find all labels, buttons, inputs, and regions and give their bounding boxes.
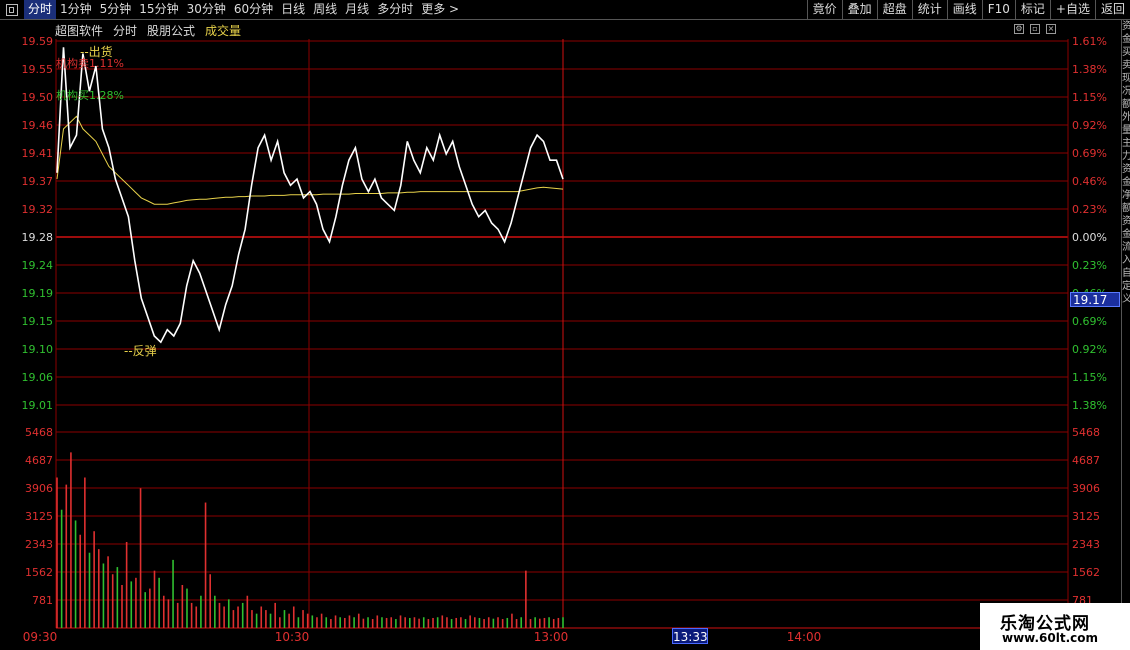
time-tick-label: 10:30 <box>275 630 310 644</box>
volume-tick-label: 2343 <box>25 538 53 551</box>
price-tick-label: 19.24 <box>22 259 54 272</box>
percent-tick-label: 1.15% <box>1072 371 1107 384</box>
time-tick-label: 14:00 <box>787 630 822 644</box>
price-tick-label: 19.50 <box>22 91 54 104</box>
percent-tick-label: 0.23% <box>1072 259 1107 272</box>
percent-tick-label: 1.38% <box>1072 63 1107 76</box>
institution-sell-annotation: 机构卖1.11% <box>56 56 124 70</box>
price-tick-label: 19.55 <box>22 63 54 76</box>
side-panel-text: 资金买卖现况额外量主力资金净额资金流入自定义 <box>1121 20 1130 610</box>
price-tick-label: 19.28 <box>22 231 54 244</box>
price-tick-label: 19.01 <box>22 399 54 412</box>
percent-tick-label: 0.23% <box>1072 203 1107 216</box>
watermark-url: www.60lt.com <box>1002 631 1099 645</box>
price-tick-label: 19.46 <box>22 119 54 132</box>
volume-tick-label-right: 4687 <box>1072 454 1100 467</box>
intraday-chart[interactable]: 19.59 1.61% 19.55 1.38% 19.50 1.15% 19.46 0.92%… <box>0 0 1130 650</box>
volume-tick-label: 1562 <box>25 566 53 579</box>
volume-tick-label-right: 5468 <box>1072 426 1100 439</box>
time-cursor-badge: 13:33 <box>672 628 708 644</box>
price-tick-label: 19.15 <box>22 315 54 328</box>
percent-tick-label: 0.69% <box>1072 315 1107 328</box>
volume-tick-label: 4687 <box>25 454 53 467</box>
volume-tick-label: 3906 <box>25 482 53 495</box>
volume-tick-label: 3125 <box>25 510 53 523</box>
volume-tick-label: 5468 <box>25 426 53 439</box>
percent-tick-label: 0.69% <box>1072 147 1107 160</box>
price-tick-label: 19.37 <box>22 175 54 188</box>
price-tick-label: 19.06 <box>22 371 54 384</box>
percent-tick-label: 0.92% <box>1072 343 1107 356</box>
price-tick-label: 19.59 <box>22 35 54 48</box>
volume-tick-label-right: 1562 <box>1072 566 1100 579</box>
percent-tick-label: 1.15% <box>1072 91 1107 104</box>
percent-tick-label: 1.38% <box>1072 399 1107 412</box>
price-tick-label: 19.32 <box>22 203 54 216</box>
watermark: 乐淘公式网 www.60lt.com <box>980 603 1130 650</box>
percent-tick-label: 0.92% <box>1072 119 1107 132</box>
volume-tick-label-right: 2343 <box>1072 538 1100 551</box>
volume-tick-label-right: 3125 <box>1072 510 1100 523</box>
price-tick-label: 19.10 <box>22 343 54 356</box>
price-tick-label: 19.41 <box>22 147 54 160</box>
percent-tick-label: 0.00% <box>1072 231 1107 244</box>
time-tick-label: 09:30 <box>23 630 58 644</box>
percent-tick-label: 1.61% <box>1072 35 1107 48</box>
time-tick-label: 13:00 <box>534 630 569 644</box>
volume-tick-label: 781 <box>32 594 53 607</box>
current-price-badge: 19.17 <box>1070 292 1120 307</box>
volume-tick-label-right: 3906 <box>1072 482 1100 495</box>
price-tick-label: 19.19 <box>22 287 54 300</box>
percent-tick-label: 0.46% <box>1072 175 1107 188</box>
institution-buy-annotation: 机构买1.28% <box>56 88 124 102</box>
rebound-annotation: --反弹 <box>124 344 157 358</box>
